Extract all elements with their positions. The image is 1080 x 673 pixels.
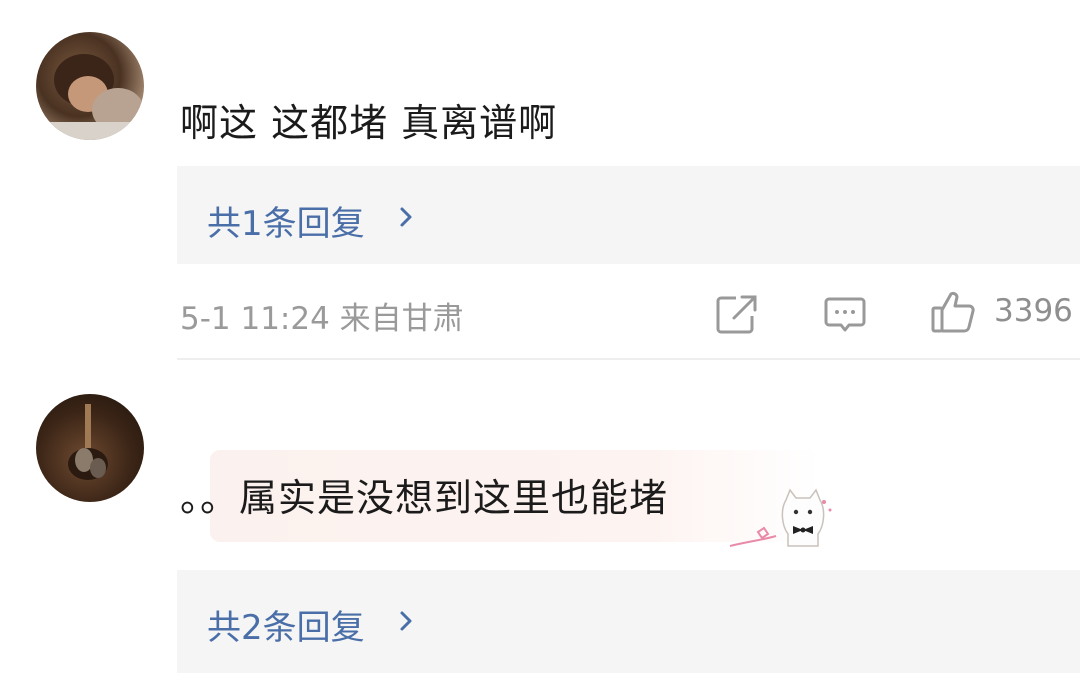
reply-summary-box[interactable]: 共2条回复 — [177, 570, 1080, 673]
comment-text: 啊这 这都堵 真离谱啊 — [180, 101, 558, 145]
like-count: 3396 — [994, 293, 1073, 329]
thumbs-up-icon[interactable] — [930, 290, 976, 334]
cat-bowtie-sticker — [729, 488, 832, 547]
reply-summary-box[interactable]: 共1条回复 — [177, 166, 1080, 264]
comment-text: 。。属实是没想到这里也能堵 — [180, 476, 669, 520]
avatar-image — [68, 404, 108, 480]
avatar-image — [36, 54, 144, 140]
view-replies-link[interactable]: 共2条回复 — [207, 600, 365, 649]
comment-icon[interactable] — [824, 296, 866, 334]
comment-meta: 5-1 11:24 来自甘肃 — [180, 301, 464, 337]
share-icon[interactable] — [716, 294, 758, 334]
user-avatar[interactable] — [36, 32, 144, 140]
chevron-right-icon — [400, 207, 412, 227]
view-replies-link[interactable]: 共1条回复 — [207, 196, 365, 245]
comment-divider — [177, 358, 1080, 360]
user-avatar[interactable] — [36, 394, 144, 502]
chevron-right-icon — [400, 611, 412, 631]
